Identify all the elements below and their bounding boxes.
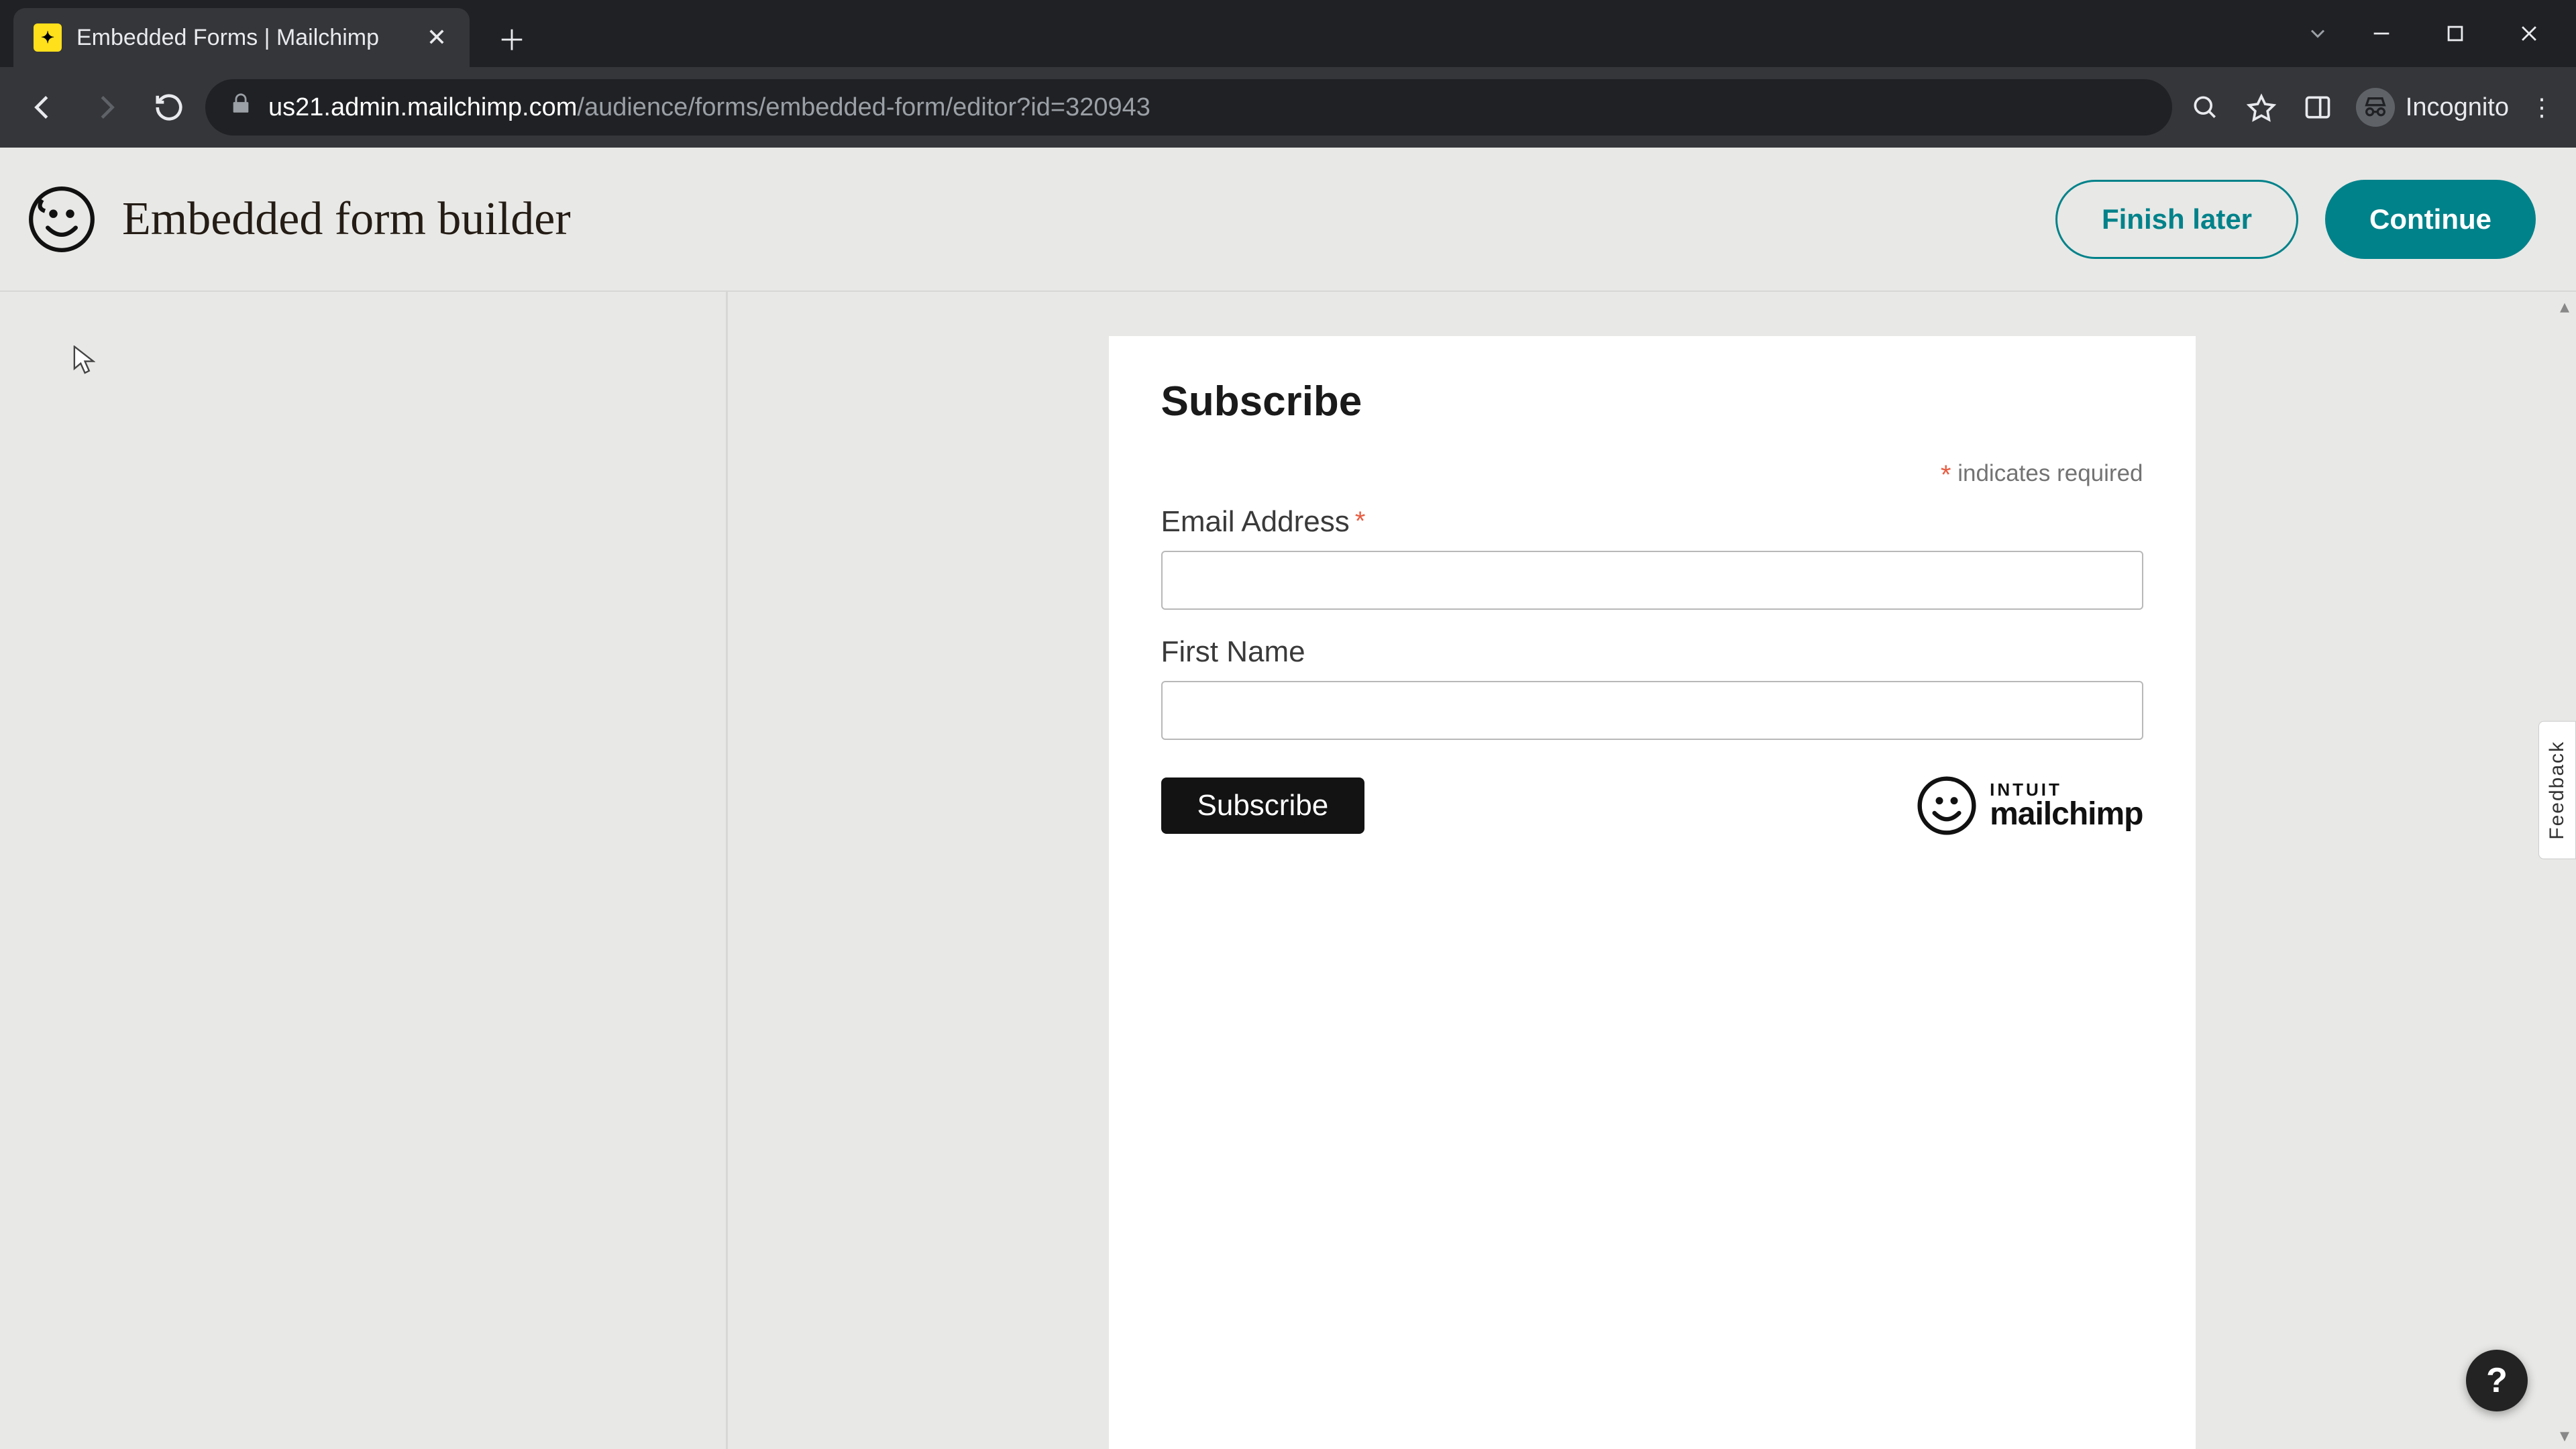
page-title: Embedded form builder <box>122 193 571 246</box>
field-email: Email Address* <box>1161 505 2143 610</box>
header-actions: Finish later Continue <box>2055 180 2536 259</box>
mailchimp-logo-icon <box>28 186 95 253</box>
bookmark-icon[interactable] <box>2238 84 2285 131</box>
url-text: us21.admin.mailchimp.com/audience/forms/… <box>268 93 2148 122</box>
email-input[interactable] <box>1161 551 2143 610</box>
brand: Embedded form builder <box>28 186 571 253</box>
window-controls <box>2294 0 2576 67</box>
titlebar: ✦ Embedded Forms | Mailchimp ✕ ＋ <box>0 0 2576 67</box>
badge-mailchimp-text: mailchimp <box>1990 798 2143 830</box>
incognito-icon <box>2356 88 2395 127</box>
favicon-icon: ✦ <box>34 23 62 52</box>
search-icon[interactable] <box>2182 84 2229 131</box>
form-preview-canvas: Subscribe * indicates required Email Add… <box>728 292 2576 1449</box>
scroll-up-icon[interactable]: ▴ <box>2553 294 2576 317</box>
url-omnibox[interactable]: us21.admin.mailchimp.com/audience/forms/… <box>205 79 2172 136</box>
continue-button[interactable]: Continue <box>2325 180 2536 259</box>
minimize-button[interactable] <box>2348 10 2415 57</box>
form-footer: Subscribe INTUIT <box>1161 776 2143 835</box>
form-card: Subscribe * indicates required Email Add… <box>1109 336 2196 1449</box>
new-tab-button[interactable]: ＋ <box>488 15 535 62</box>
tab-strip: ✦ Embedded Forms | Mailchimp ✕ ＋ <box>0 0 535 67</box>
feedback-tab[interactable]: Feedback <box>2538 721 2576 859</box>
reload-button[interactable] <box>142 80 196 134</box>
form-heading: Subscribe <box>1161 378 2143 425</box>
subscribe-button[interactable]: Subscribe <box>1161 777 1365 834</box>
finish-later-button[interactable]: Finish later <box>2055 180 2298 259</box>
asterisk-icon: * <box>1355 506 1366 536</box>
mailchimp-badge[interactable]: INTUIT mailchimp <box>1917 776 2143 835</box>
workspace: Subscribe * indicates required Email Add… <box>0 292 2576 1449</box>
mailchimp-badge-icon <box>1917 776 1976 835</box>
tab-close-icon[interactable]: ✕ <box>424 25 449 50</box>
cursor-icon <box>72 345 95 375</box>
browser-menu-icon[interactable]: ⋮ <box>2524 84 2560 131</box>
field-first-name: First Name <box>1161 635 2143 740</box>
tab-title: Embedded Forms | Mailchimp <box>76 25 409 51</box>
field-label: First Name <box>1161 635 2143 669</box>
scroll-down-icon[interactable]: ▾ <box>2553 1424 2576 1446</box>
asterisk-icon: * <box>1941 460 1951 490</box>
help-button[interactable]: ? <box>2466 1350 2528 1411</box>
app-header: Embedded form builder Finish later Conti… <box>0 148 2576 292</box>
browser-tab[interactable]: ✦ Embedded Forms | Mailchimp ✕ <box>13 8 470 67</box>
required-note: * indicates required <box>1161 460 2143 490</box>
close-window-button[interactable] <box>2496 10 2563 57</box>
browser-window: ✦ Embedded Forms | Mailchimp ✕ ＋ <box>0 0 2576 1449</box>
lock-icon <box>229 93 252 122</box>
incognito-badge[interactable]: Incognito <box>2351 88 2514 127</box>
field-label: Email Address* <box>1161 505 2143 539</box>
page-viewport: Embedded form builder Finish later Conti… <box>0 148 2576 1449</box>
forward-button[interactable] <box>79 80 133 134</box>
maximize-button[interactable] <box>2422 10 2489 57</box>
builder-sidebar <box>0 292 728 1449</box>
back-button[interactable] <box>16 80 70 134</box>
first-name-input[interactable] <box>1161 681 2143 740</box>
side-panel-icon[interactable] <box>2294 84 2341 131</box>
tab-search-icon[interactable] <box>2294 10 2341 57</box>
incognito-label: Incognito <box>2406 93 2509 122</box>
vertical-scrollbar[interactable]: ▴ ▾ <box>2553 292 2576 1449</box>
address-bar: us21.admin.mailchimp.com/audience/forms/… <box>0 67 2576 148</box>
